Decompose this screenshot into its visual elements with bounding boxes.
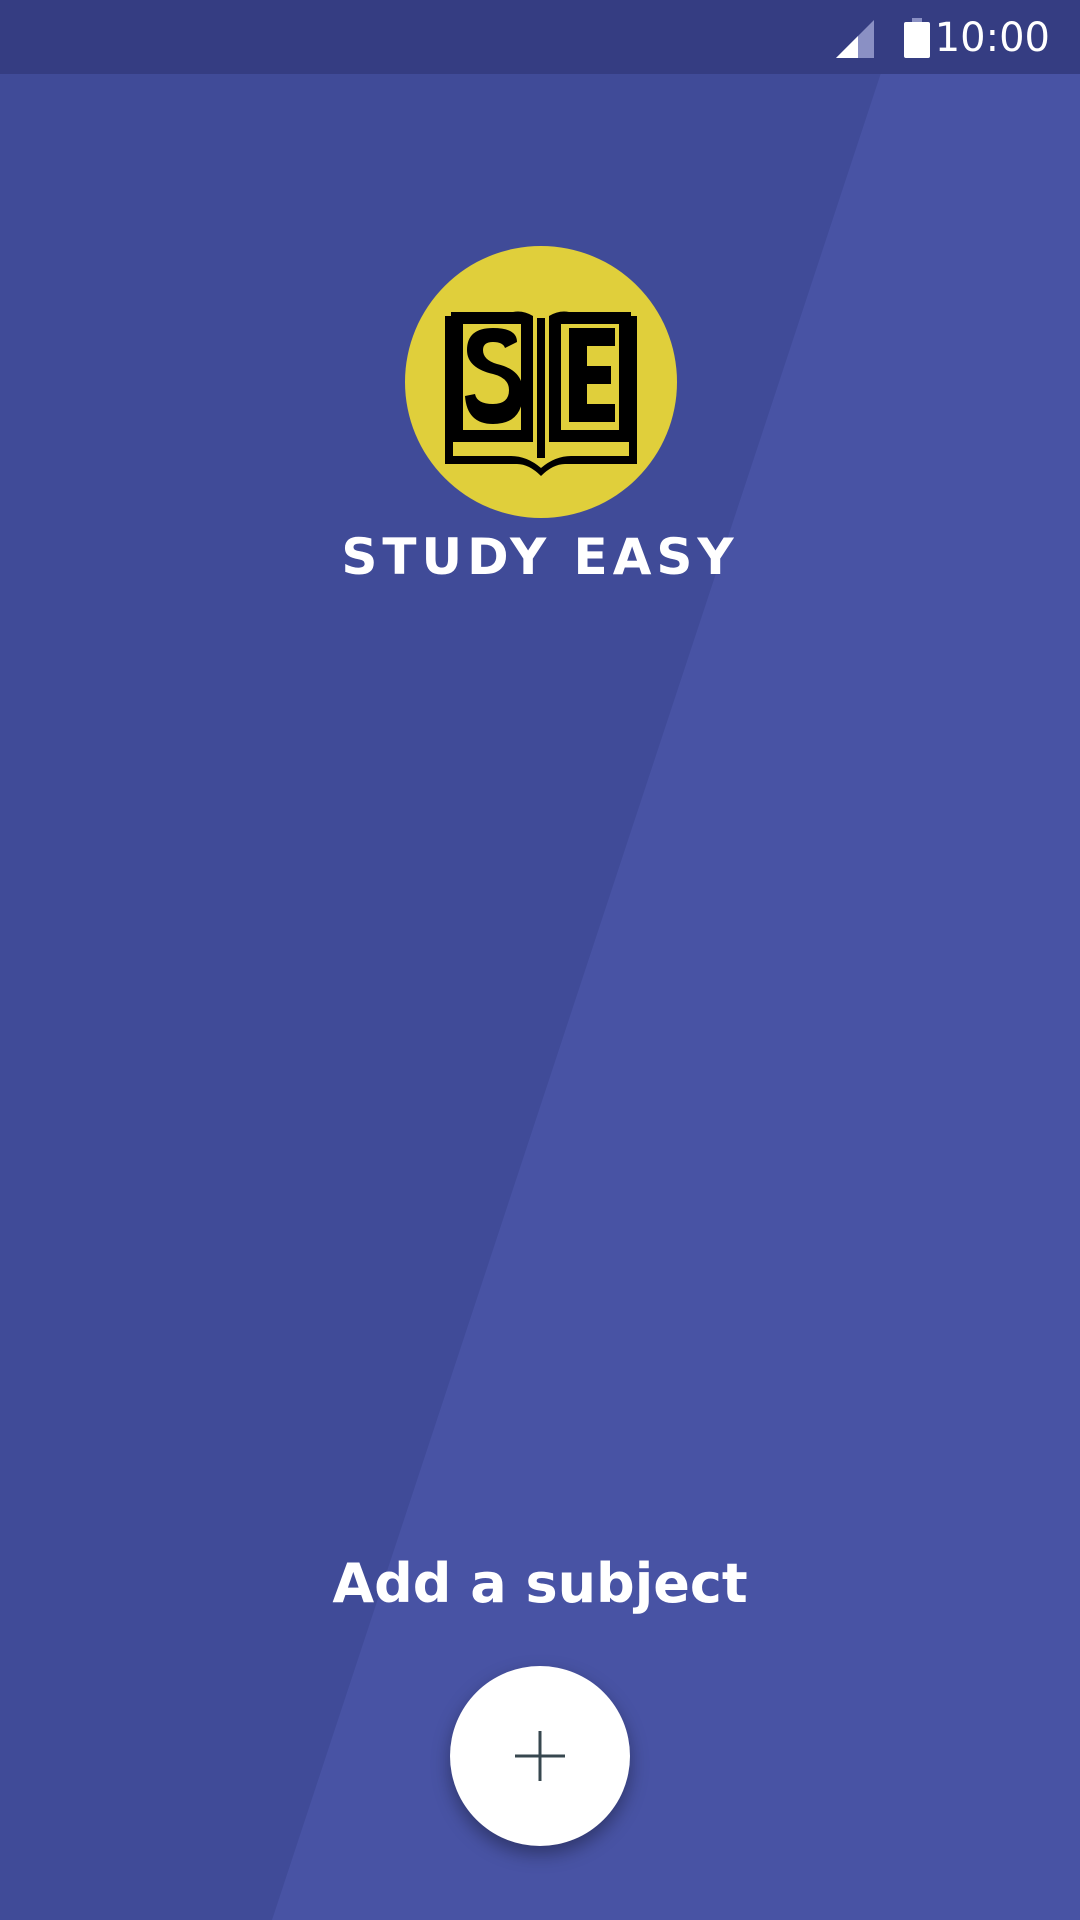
add-subject-label: Add a subject (332, 1552, 748, 1615)
plus-icon (515, 1731, 565, 1781)
study-easy-logo: SE (405, 246, 677, 518)
add-subject-button[interactable] (450, 1666, 630, 1846)
cell-signal-icon (836, 20, 874, 58)
battery-icon (904, 18, 930, 58)
app-screen: 10:00 SE STUDY EASY Add a subject (0, 0, 1080, 1920)
status-time: 10:00 (934, 15, 1050, 61)
app-name: STUDY EASY (341, 528, 739, 586)
status-bar: 10:00 (0, 0, 1080, 74)
